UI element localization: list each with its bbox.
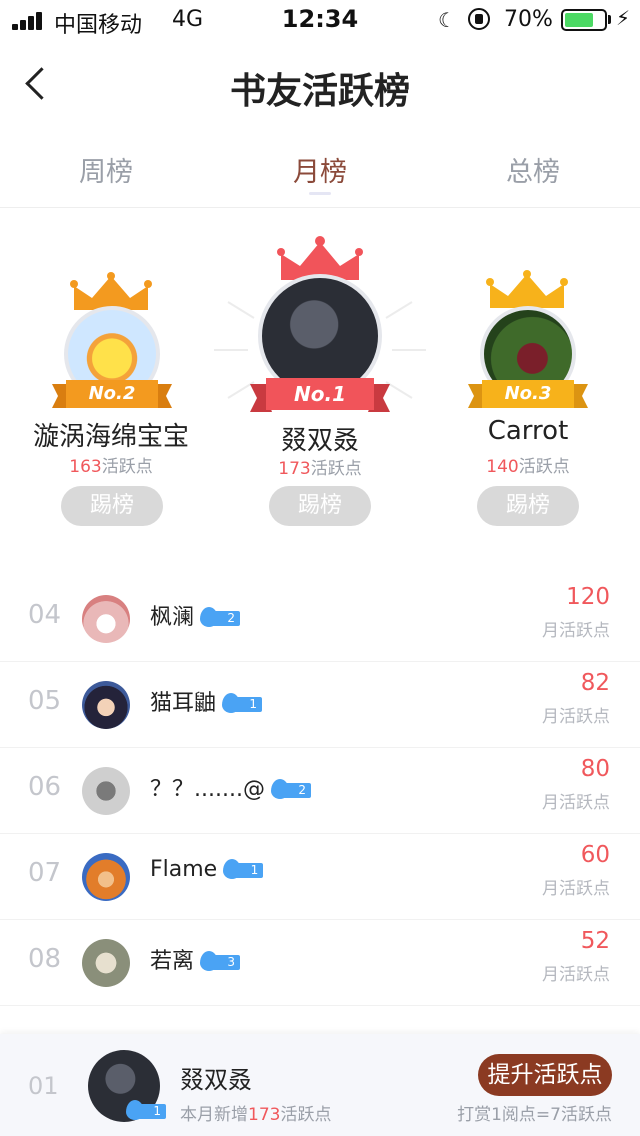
podium-name: 漩涡海绵宝宝 xyxy=(32,422,189,452)
points-label: 月活跃点 xyxy=(542,879,610,899)
page-title: 书友活跃榜 xyxy=(229,70,410,112)
crown-icon xyxy=(486,270,568,308)
points-label: 月活跃点 xyxy=(542,707,610,727)
level-badge: 2 xyxy=(200,607,241,627)
kick-button[interactable]: 踢榜 xyxy=(477,486,579,526)
podium-points: 140活跃点 xyxy=(486,457,570,477)
level-badge: 3 xyxy=(200,951,241,971)
list-item[interactable]: 06 ？？.......@ 2 80 月活跃点 xyxy=(0,748,640,834)
level-badge: 1 xyxy=(223,859,264,879)
rank-badge-label: No.2 xyxy=(88,383,136,404)
rank-number: 07 xyxy=(28,858,62,888)
rank-number: 05 xyxy=(28,686,62,716)
points-value: 80 xyxy=(580,756,610,782)
points-value: 120 xyxy=(566,584,610,610)
avatar[interactable] xyxy=(82,595,130,643)
my-name: 叕双叒 xyxy=(180,1066,252,1094)
moon-icon: ☾ xyxy=(438,8,456,32)
battery-icon xyxy=(561,9,607,31)
list-item[interactable]: 07 Flame 1 60 月活跃点 xyxy=(0,834,640,920)
tab-monthly[interactable]: 月榜 xyxy=(250,150,390,189)
divider xyxy=(0,207,640,208)
tab-indicator xyxy=(309,192,331,195)
boost-activity-button[interactable]: 提升活跃点 xyxy=(478,1054,612,1096)
rank-number: 04 xyxy=(28,600,62,630)
avatar[interactable] xyxy=(82,939,130,987)
network-label: 4G xyxy=(172,7,204,32)
orientation-lock-icon xyxy=(468,8,490,30)
list-item[interactable]: 05 猫耳鼬 1 82 月活跃点 xyxy=(0,662,640,748)
rank-badge-label: No.1 xyxy=(294,382,346,406)
kick-button[interactable]: 踢榜 xyxy=(269,486,371,526)
carrier-label: 中国移动 xyxy=(54,13,143,38)
level-badge: 2 xyxy=(270,779,311,799)
tab-weekly[interactable]: 周榜 xyxy=(36,150,176,189)
list-item[interactable]: 04 枫澜 2 120 月活跃点 xyxy=(0,576,640,662)
points-value: 60 xyxy=(580,842,610,868)
page: 中国移动 4G 12:34 ☾ 70% ⚡ 书友活跃榜 周榜 月榜 总榜 No.… xyxy=(0,0,640,1136)
avatar[interactable] xyxy=(82,853,130,901)
tab-total[interactable]: 总榜 xyxy=(463,150,603,189)
user-name: 若离 3 xyxy=(150,943,241,975)
points-label: 月活跃点 xyxy=(542,621,610,641)
status-bar: 中国移动 4G 12:34 ☾ 70% ⚡ xyxy=(0,0,640,40)
rank-number: 08 xyxy=(28,944,62,974)
charging-icon: ⚡ xyxy=(616,6,631,30)
level-badge: 1 xyxy=(126,1100,166,1120)
kick-button[interactable]: 踢榜 xyxy=(61,486,163,526)
points-label: 月活跃点 xyxy=(542,793,610,813)
list-item[interactable]: 08 若离 3 52 月活跃点 xyxy=(0,920,640,1006)
signal-icon xyxy=(12,12,48,30)
podium-name: 叕双叒 xyxy=(280,426,359,456)
points-value: 52 xyxy=(580,928,610,954)
podium-name: Carrot xyxy=(487,416,569,446)
user-name: 猫耳鼬 1 xyxy=(150,685,263,717)
exchange-rate-note: 打赏1阅点=7活跃点 xyxy=(457,1105,612,1125)
user-name: 枫澜 2 xyxy=(150,599,241,631)
podium-points: 163活跃点 xyxy=(69,457,153,477)
podium-points: 173活跃点 xyxy=(278,459,362,479)
my-rank-number: 01 xyxy=(28,1072,59,1100)
points-label: 月活跃点 xyxy=(542,965,610,985)
avatar[interactable] xyxy=(82,681,130,729)
level-badge: 1 xyxy=(222,693,263,713)
points-value: 82 xyxy=(580,670,610,696)
user-name: Flame 1 xyxy=(150,857,264,882)
battery-tip xyxy=(608,15,611,24)
rank-badge-label: No.3 xyxy=(504,383,552,404)
my-points-summary: 本月新增173活跃点 xyxy=(180,1105,332,1125)
avatar[interactable] xyxy=(82,767,130,815)
rank-number: 06 xyxy=(28,772,62,802)
user-name: ？？.......@ 2 xyxy=(150,771,311,803)
my-rank-bar: 01 1 叕双叒 本月新增173活跃点 提升活跃点 打赏1阅点=7活跃点 xyxy=(0,1034,640,1136)
battery-percent: 70% xyxy=(504,7,553,32)
